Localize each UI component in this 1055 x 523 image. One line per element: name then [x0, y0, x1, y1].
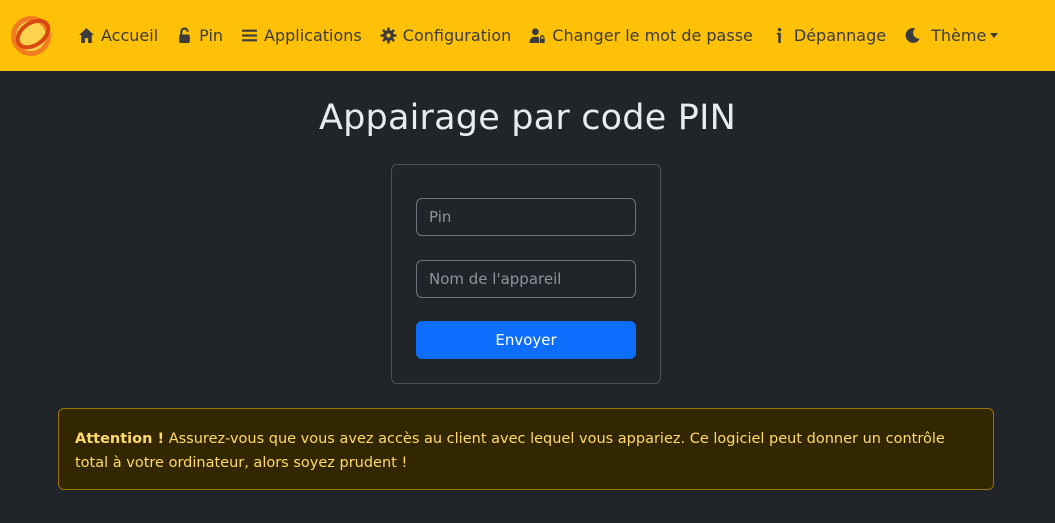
page-title: Appairage par code PIN — [319, 98, 736, 138]
nav-changer-mot-de-passe[interactable]: Changer le mot de passe — [529, 26, 753, 45]
user-lock-icon — [529, 27, 546, 44]
caret-down-icon — [990, 33, 999, 38]
nav-theme-dropdown[interactable]: Thème — [904, 26, 999, 45]
nav-accueil[interactable]: Accueil — [78, 26, 158, 45]
info-icon — [771, 27, 788, 44]
gear-icon — [380, 27, 397, 44]
pin-input[interactable] — [416, 198, 636, 236]
unlock-icon — [176, 27, 193, 44]
nav-configuration-label: Configuration — [402, 26, 512, 45]
pin-form-card: Envoyer — [391, 164, 661, 384]
warning-alert: Attention ! Assurez-vous que vous avez a… — [58, 408, 994, 490]
alert-strong: Attention ! — [75, 431, 165, 447]
nav-accueil-label: Accueil — [101, 26, 159, 45]
nav-pin[interactable]: Pin — [176, 26, 223, 45]
home-icon — [78, 27, 95, 44]
nav-configuration[interactable]: Configuration — [380, 26, 512, 45]
top-navbar: Accueil Pin Applications Configuration C… — [0, 0, 1055, 71]
device-name-input[interactable] — [416, 260, 636, 298]
submit-button[interactable]: Envoyer — [416, 321, 636, 359]
nav-depannage[interactable]: Dépannage — [771, 26, 886, 45]
nav-applications[interactable]: Applications — [241, 26, 362, 45]
nav-pin-label: Pin — [199, 26, 224, 45]
nav-applications-label: Applications — [264, 26, 362, 45]
nav-theme-label: Thème — [931, 26, 987, 45]
sunshine-logo-icon[interactable] — [9, 14, 53, 58]
nav-depannage-label: Dépannage — [793, 26, 887, 45]
list-icon — [241, 27, 258, 44]
nav-changer-mot-de-passe-label: Changer le mot de passe — [552, 26, 753, 45]
alert-text: Assurez-vous que vous avez accès au clie… — [75, 431, 945, 471]
moon-icon — [904, 27, 921, 44]
